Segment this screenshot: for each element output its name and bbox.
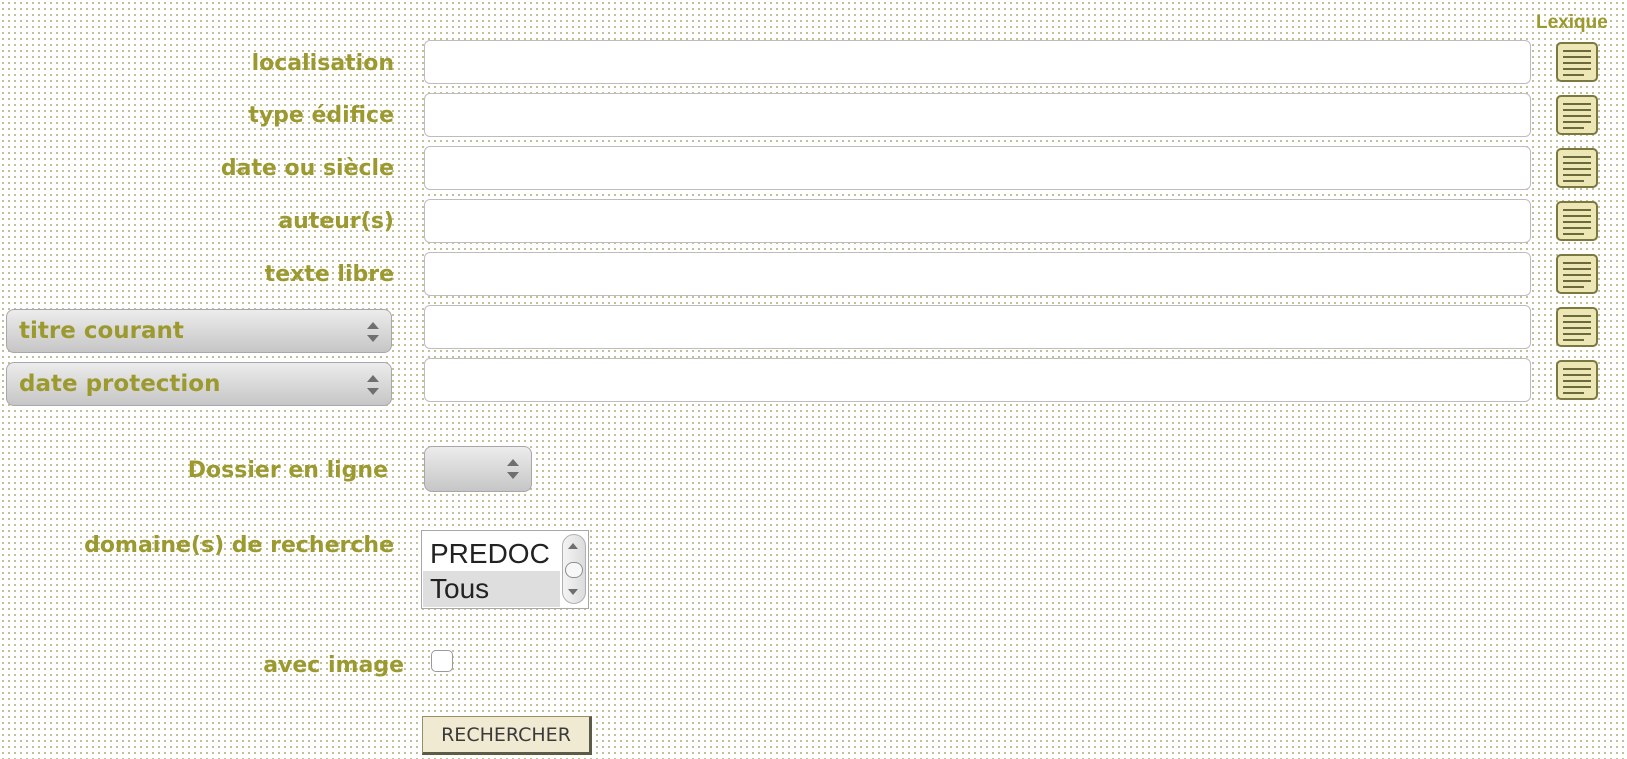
label-auteurs: auteur(s) bbox=[278, 209, 394, 234]
date-ou-siecle-input[interactable] bbox=[424, 146, 1531, 190]
label-domaines: domaine(s) de recherche bbox=[84, 533, 394, 558]
notepad-list-icon bbox=[1556, 254, 1598, 294]
select-arrows-icon bbox=[507, 455, 519, 483]
auteurs-input[interactable] bbox=[424, 199, 1531, 243]
dossier-en-ligne-select[interactable] bbox=[424, 446, 532, 492]
scroll-down-icon[interactable] bbox=[568, 589, 578, 595]
label-date-ou-siecle: date ou siècle bbox=[220, 156, 394, 181]
titre-courant-input[interactable] bbox=[424, 305, 1531, 349]
lexique-icon[interactable] bbox=[1554, 358, 1600, 402]
domaines-listbox[interactable]: PREDOC Tous bbox=[421, 530, 589, 609]
selector-value: date protection bbox=[19, 371, 221, 397]
date-protection-input[interactable] bbox=[424, 358, 1531, 402]
scroll-thumb[interactable] bbox=[565, 562, 583, 578]
localisation-input[interactable] bbox=[424, 40, 1531, 84]
rechercher-button[interactable]: RECHERCHER bbox=[422, 716, 592, 755]
field-selector-date-protection[interactable]: date protection bbox=[6, 362, 392, 406]
lexique-header: Lexique bbox=[1536, 12, 1608, 33]
notepad-list-icon bbox=[1556, 148, 1598, 188]
lexique-icon[interactable] bbox=[1554, 199, 1600, 243]
select-arrows-icon bbox=[367, 371, 379, 399]
select-arrows-icon bbox=[367, 318, 379, 346]
selector-value: titre courant bbox=[19, 318, 184, 344]
listbox-scrollbar[interactable] bbox=[562, 534, 586, 604]
type-edifice-input[interactable] bbox=[424, 93, 1531, 137]
notepad-list-icon bbox=[1556, 307, 1598, 347]
listbox-option[interactable]: PREDOC bbox=[430, 537, 550, 571]
notepad-list-icon bbox=[1556, 95, 1598, 135]
label-type-edifice: type édifice bbox=[248, 103, 394, 128]
avec-image-checkbox[interactable] bbox=[431, 650, 453, 672]
texte-libre-input[interactable] bbox=[424, 252, 1531, 296]
lexique-icon[interactable] bbox=[1554, 93, 1600, 137]
notepad-list-icon bbox=[1556, 360, 1598, 400]
label-texte-libre: texte libre bbox=[264, 262, 394, 287]
notepad-list-icon bbox=[1556, 201, 1598, 241]
scroll-up-icon[interactable] bbox=[568, 543, 578, 549]
field-selector-titre-courant[interactable]: titre courant bbox=[6, 309, 392, 353]
lexique-icon[interactable] bbox=[1554, 305, 1600, 349]
lexique-icon[interactable] bbox=[1554, 40, 1600, 84]
lexique-icon[interactable] bbox=[1554, 146, 1600, 190]
label-localisation: localisation bbox=[251, 51, 394, 76]
label-avec-image: avec image bbox=[263, 653, 404, 678]
label-dossier-en-ligne: Dossier en ligne bbox=[187, 458, 388, 483]
notepad-list-icon bbox=[1556, 42, 1598, 82]
lexique-icon[interactable] bbox=[1554, 252, 1600, 296]
listbox-option-selected[interactable]: Tous bbox=[423, 571, 560, 607]
